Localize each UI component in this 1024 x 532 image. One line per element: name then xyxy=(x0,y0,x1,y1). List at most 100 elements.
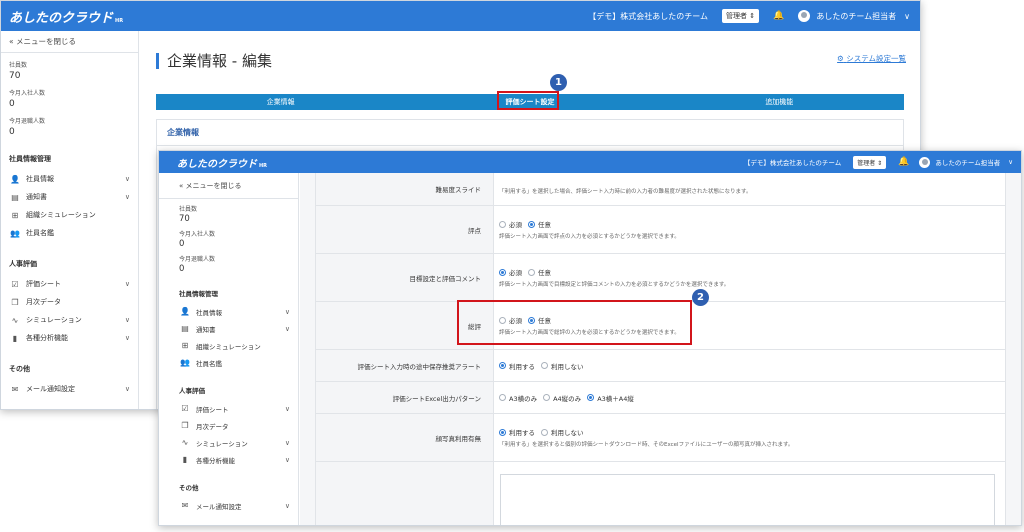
bell-icon[interactable]: 🔔 xyxy=(773,11,784,21)
setting-label xyxy=(316,462,494,525)
copy-icon: ❐ xyxy=(11,297,19,307)
sidebar-item-monthly-data[interactable]: ❐ 月次データ xyxy=(159,417,298,434)
app-logo[interactable]: あしたのクラウド HR xyxy=(9,7,123,26)
sidebar-item-eval-sheet[interactable]: ☑ 評価シート ∨ xyxy=(159,400,298,417)
app-logo[interactable]: あしたのクラウド HR xyxy=(177,155,267,170)
page-title: 企業情報 - 編集 xyxy=(156,53,272,69)
person-icon: 👤 xyxy=(180,307,190,316)
setting-row-goal-comment: 目標設定と評価コメント 必須 任意 評価シート入力画面で目標設定と評価コメントの… xyxy=(316,254,1005,302)
sidebar-item-directory[interactable]: 👥 社員名鑑 xyxy=(159,354,298,371)
close-menu-button[interactable]: « メニューを閉じる xyxy=(1,31,138,53)
setting-note: 「利用する」を選択すると個別の評価シートダウンロード時、そのExcelファイルに… xyxy=(499,442,794,448)
copy-icon: ❐ xyxy=(181,421,189,430)
stat-label: 今月退職人数 xyxy=(9,118,46,125)
chevron-down-icon: ∨ xyxy=(124,334,130,342)
radio-optional[interactable]: 任意 xyxy=(528,219,551,229)
setting-note: 評価シート入力画面で評点の入力を必須とするかどうかを選択できます。 xyxy=(499,234,680,240)
close-menu-button[interactable]: « メニューを閉じる xyxy=(159,173,298,199)
radio-circle-icon xyxy=(499,220,506,228)
bell-icon[interactable]: 🔔 xyxy=(898,157,909,167)
stat-label: 社員数 xyxy=(179,206,198,213)
stat-label: 今月入社人数 xyxy=(179,231,216,238)
system-settings-link[interactable]: ⚙ システム設定一覧 xyxy=(837,53,906,64)
chevron-down-icon[interactable]: ∨ xyxy=(904,12,910,21)
stat-value: 70 xyxy=(9,71,21,81)
radio-optional[interactable]: 任意 xyxy=(528,267,551,277)
tab-company-info[interactable]: 企業情報 xyxy=(156,94,405,110)
radio-a3-landscape[interactable]: A3横のみ xyxy=(499,393,537,403)
header-bar: あしたのクラウド HR 【デモ】株式会社あしたのチーム 管理者 ⇕ 🔔 あしたのチ… xyxy=(1,1,920,31)
section-title: 人事評価 xyxy=(9,260,37,268)
user-name[interactable]: あしたのチーム担当者 xyxy=(935,157,1000,167)
radio-not-use[interactable]: 利用しない xyxy=(541,427,584,437)
bar-chart-icon: ▮ xyxy=(12,333,18,343)
highlight-box-tab xyxy=(497,91,559,110)
section-title: 社員情報管理 xyxy=(179,290,218,298)
setting-label: 評価シート入力時の途中保存推奨アラート xyxy=(316,350,494,381)
avatar[interactable] xyxy=(798,10,811,22)
radio-circle-icon xyxy=(528,268,535,276)
stat-value: 0 xyxy=(179,239,185,249)
sidebar-item-analysis[interactable]: ▮ 各種分析機能 ∨ xyxy=(1,329,138,347)
stat-value: 0 xyxy=(9,127,15,137)
setting-label: 評点 xyxy=(316,206,494,253)
sidebar-item-directory[interactable]: 👥 社員名鑑 xyxy=(1,224,138,242)
sidebar-item-employee-info[interactable]: 👤 社員情報 ∨ xyxy=(159,303,298,320)
radio-use[interactable]: 利用する xyxy=(499,427,535,437)
person-icon: 👤 xyxy=(10,174,20,184)
sidebar-item-monthly-data[interactable]: ❐ 月次データ xyxy=(1,293,138,311)
radio-use[interactable]: 利用する xyxy=(499,361,535,371)
stat-value: 70 xyxy=(179,214,190,224)
sidebar-item-eval-sheet[interactable]: ☑ 評価シート ∨ xyxy=(1,275,138,293)
callout-badge-1: 1 xyxy=(550,74,567,91)
section-title: 人事評価 xyxy=(179,387,205,395)
radio-a3-a4[interactable]: A3横＋A4縦 xyxy=(587,393,634,403)
gear-icon: ⚙ xyxy=(837,54,844,63)
org-chart-icon: ⊞ xyxy=(11,210,19,220)
setting-label: 目標設定と評価コメント xyxy=(316,254,494,301)
comment-textarea[interactable] xyxy=(500,474,995,525)
section-title: 社員情報管理 xyxy=(9,155,51,163)
sidebar-item-simulation[interactable]: ∿ シミュレーション ∨ xyxy=(1,311,138,329)
radio-circle-icon xyxy=(587,394,595,401)
header-bar: あしたのクラウド HR 【デモ】株式会社あしたのチーム 管理者 ⇕ 🔔 あしたのチ… xyxy=(159,151,1021,173)
tab-additional-features[interactable]: 追加機能 xyxy=(655,94,904,110)
radio-circle-icon xyxy=(499,362,506,369)
sidebar-item-employee-info[interactable]: 👤 社員情報 ∨ xyxy=(1,170,138,188)
user-name[interactable]: あしたのチーム担当者 xyxy=(816,11,896,22)
radio-required[interactable]: 必須 xyxy=(499,267,522,277)
radio-required[interactable]: 必須 xyxy=(499,219,522,229)
stat-label: 今月退職人数 xyxy=(179,256,216,263)
radio-a4-portrait[interactable]: A4縦のみ xyxy=(543,393,581,403)
chevron-down-icon[interactable]: ∨ xyxy=(1008,158,1013,166)
radio-circle-icon xyxy=(499,394,506,401)
chevron-down-icon: ∨ xyxy=(284,324,290,333)
stat-label: 社員数 xyxy=(9,62,28,69)
bar-chart-icon: ▮ xyxy=(182,455,188,464)
radio-circle-icon xyxy=(543,394,551,401)
setting-row-excel-pattern: 評価シートExcel出力パターン A3横のみ A4縦のみ A3横＋A4縦 xyxy=(316,382,1005,414)
sidebar-item-simulation[interactable]: ∿ シミュレーション ∨ xyxy=(159,434,298,451)
document-icon: ▤ xyxy=(11,192,19,202)
chevron-down-icon: ∨ xyxy=(124,316,130,324)
sidebar-item-org-simulation[interactable]: ⊞ 組織シミュレーション xyxy=(159,337,298,354)
highlight-box-general-review xyxy=(457,300,692,345)
role-select[interactable]: 管理者 ⇕ xyxy=(853,155,887,169)
section-title: その他 xyxy=(9,365,30,373)
sidebar-item-notices[interactable]: ▤ 通知書 ∨ xyxy=(159,320,298,337)
sidebar: « メニューを閉じる 社員数 70 今月入社人数 0 今月退職人数 0 社員情報… xyxy=(1,31,139,409)
sidebar-item-org-simulation[interactable]: ⊞ 組織シミュレーション xyxy=(1,206,138,224)
role-select[interactable]: 管理者 ⇕ xyxy=(722,9,760,23)
radio-circle-icon xyxy=(528,220,535,228)
chevron-down-icon: ∨ xyxy=(284,307,290,316)
radio-circle-icon xyxy=(541,362,548,369)
avatar[interactable] xyxy=(919,156,931,168)
sidebar-item-notices[interactable]: ▤ 通知書 ∨ xyxy=(1,188,138,206)
setting-row-score: 評点 必須 任意 評価シート入力画面で評点の入力を必須とするかどうかを選択できま… xyxy=(316,206,1005,254)
sidebar-item-analysis[interactable]: ▮ 各種分析機能 ∨ xyxy=(159,451,298,468)
sidebar-item-mail-settings[interactable]: ✉ メール通知設定 ∨ xyxy=(1,380,138,398)
company-name: 【デモ】株式会社あしたのチーム xyxy=(743,159,842,167)
sidebar-item-mail-settings[interactable]: ✉ メール通知設定 ∨ xyxy=(159,497,298,514)
radio-not-use[interactable]: 利用しない xyxy=(541,361,584,371)
document-icon: ▤ xyxy=(181,324,189,333)
